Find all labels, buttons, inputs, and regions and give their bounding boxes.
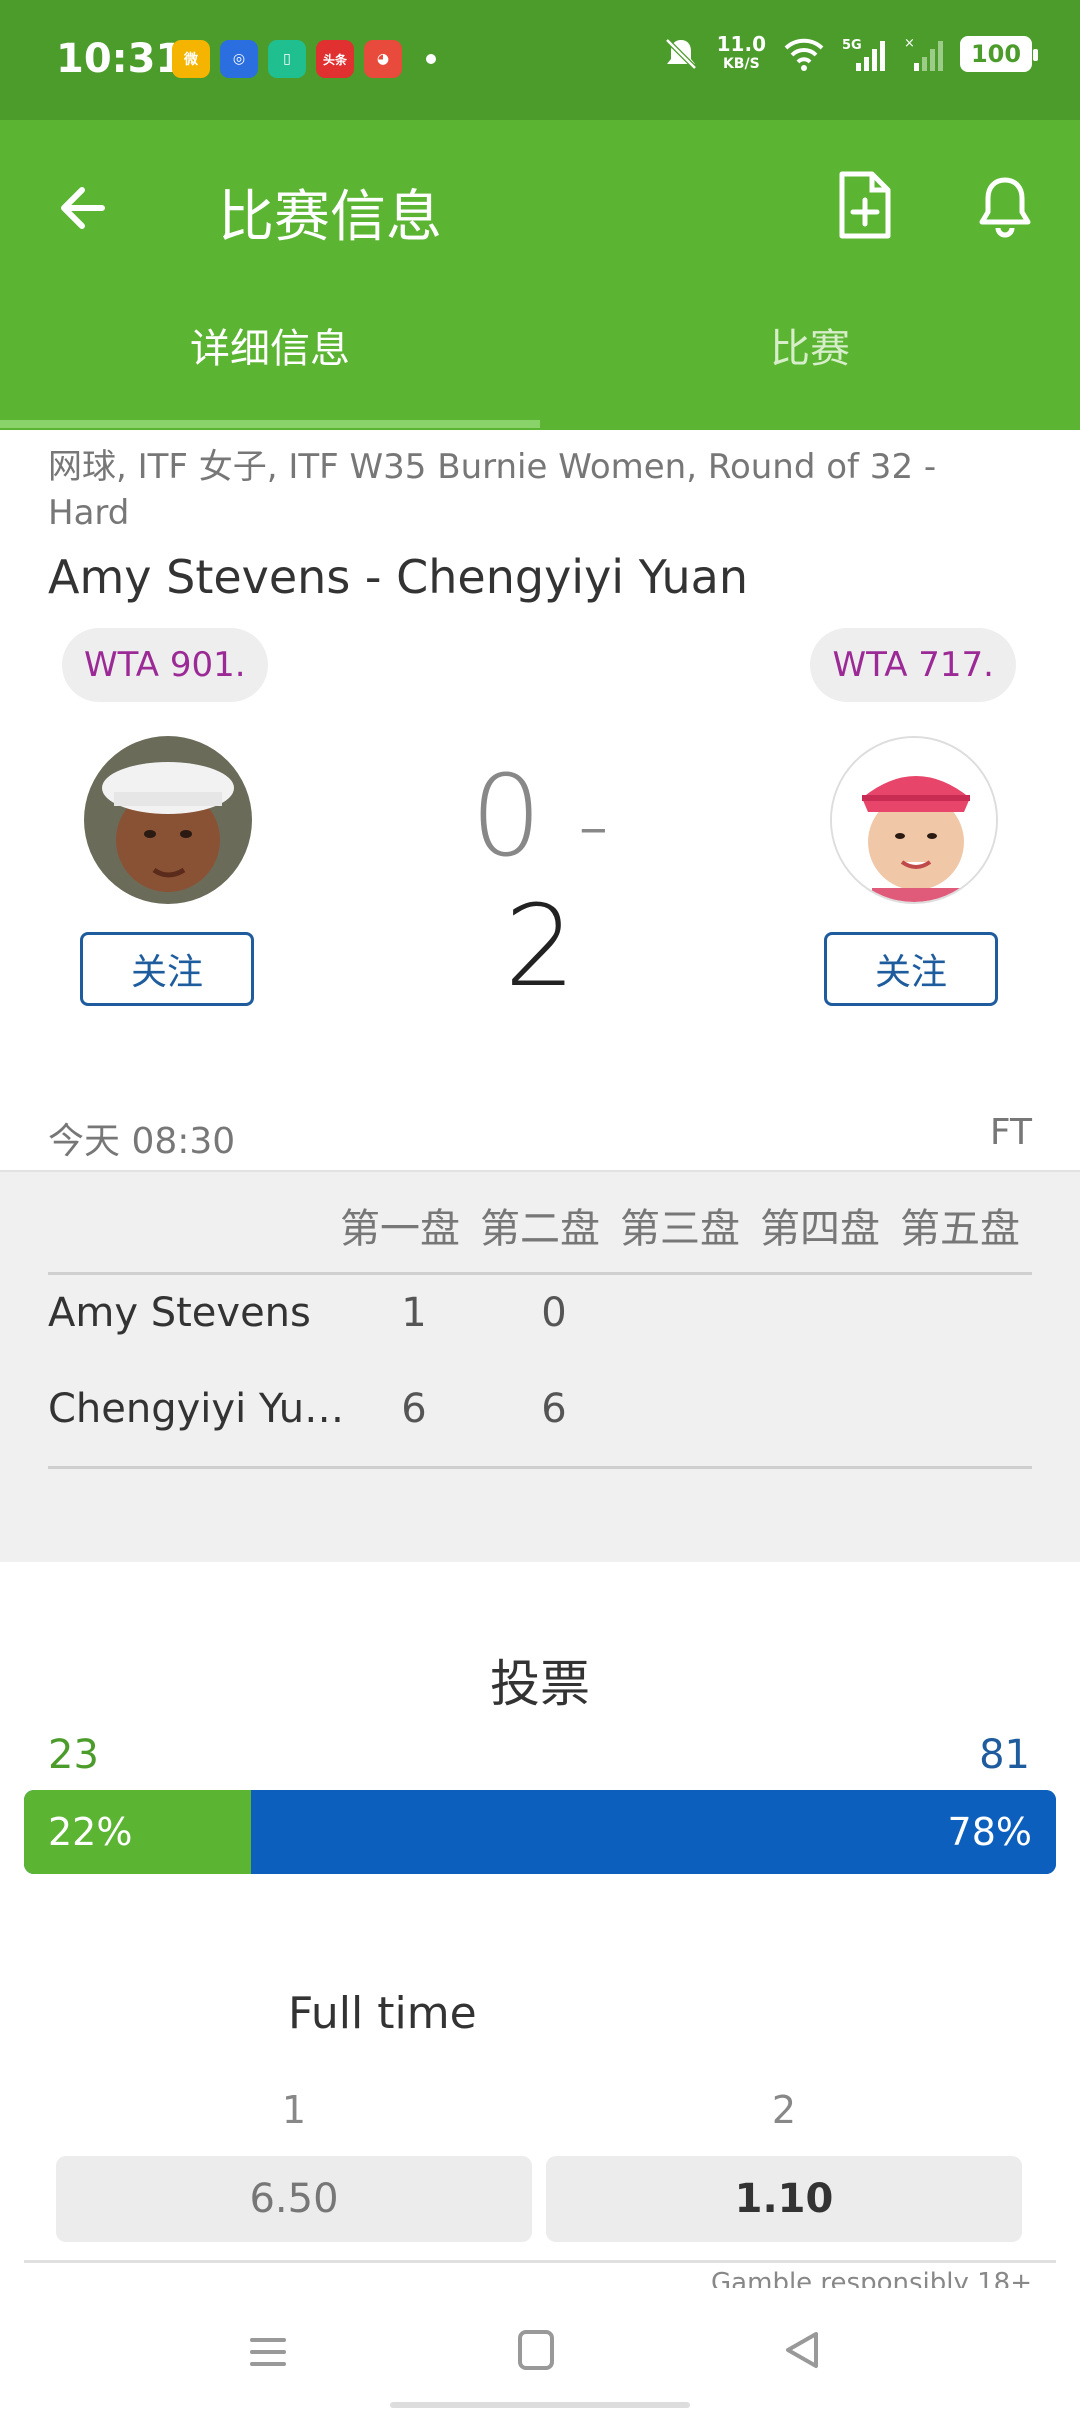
set-score: 6 <box>541 1386 567 1432</box>
tab-matches[interactable]: 比赛 <box>540 316 1080 374</box>
divider <box>48 1272 1032 1275</box>
more-notifications-dot <box>426 54 436 64</box>
home-icon[interactable] <box>518 2330 554 2370</box>
bell-icon[interactable] <box>970 172 1040 242</box>
game-icon: ◕ <box>364 40 402 78</box>
away-vote-share[interactable]: 78% <box>251 1790 1056 1874</box>
wallet-icon: ▯ <box>268 40 306 78</box>
set-score: 1 <box>401 1290 427 1336</box>
notification-icons: 微 ◎ ▯ 头条 ◕ <box>172 40 436 78</box>
signal-weak-icon: × <box>904 36 943 71</box>
app-bar: 比赛信息 详细信息 比赛 <box>0 120 1080 430</box>
away-player-photo <box>832 738 996 902</box>
player-name: Amy Stevens <box>48 1290 311 1336</box>
recents-icon[interactable] <box>248 2332 288 2372</box>
away-player-avatar[interactable] <box>830 736 998 904</box>
match-datetime: 今天 08:30 <box>48 1121 236 1162</box>
away-score: 2 <box>504 882 576 1012</box>
status-time: 10:31 <box>56 36 184 82</box>
vote-title: 投票 <box>490 1655 590 1713</box>
gamble-disclaimer[interactable]: Gamble responsibly 18+ <box>711 2268 1032 2288</box>
home-vote-share[interactable]: 22% <box>24 1790 252 1874</box>
set-score: 6 <box>401 1386 427 1432</box>
odds-label-home: 1 <box>281 2088 307 2132</box>
home-score: 0 <box>470 752 542 882</box>
weibo-icon: 微 <box>172 40 210 78</box>
system-nav-bar <box>0 2288 1080 2414</box>
browser-icon: ◎ <box>220 40 258 78</box>
set-header: 第二盘 <box>480 1206 600 1252</box>
divider <box>48 1466 1032 1469</box>
match-title: Amy Stevens - Chengyiyi Yuan <box>48 550 749 604</box>
player-name: Chengyiyi Yu… <box>48 1386 344 1432</box>
svg-text:5G: 5G <box>842 38 862 53</box>
set-header: 第四盘 <box>760 1206 880 1252</box>
odds-home-button[interactable]: 6.50 <box>56 2156 532 2242</box>
wifi-icon <box>784 38 824 71</box>
network-speed-unit: KB/S <box>722 56 760 72</box>
back-arrow-icon[interactable] <box>52 176 116 240</box>
set-scores-table: 第一盘 第二盘 第三盘 第四盘 第五盘 Amy Stevens 1 0 Chen… <box>0 1170 1080 1562</box>
mute-icon <box>664 38 697 70</box>
odds-away-button[interactable]: 1.10 <box>546 2156 1022 2242</box>
odds-label-away: 2 <box>771 2088 797 2132</box>
toutiao-icon: 头条 <box>316 40 354 78</box>
match-meta: 网球, ITF 女子, ITF W35 Burnie Women, Round … <box>48 447 937 533</box>
add-document-icon[interactable] <box>830 170 898 242</box>
status-bar: 10:31 微 ◎ ▯ 头条 ◕ 11.0 KB/S 5G × 100 <box>0 0 1080 120</box>
set-header-row: 第一盘 第二盘 第三盘 第四盘 第五盘 <box>330 1196 1030 1254</box>
away-vote-count: 81 <box>979 1732 1030 1778</box>
home-player-photo <box>84 736 252 904</box>
table-row: Amy Stevens 1 0 <box>48 1290 1032 1336</box>
vote-bar[interactable]: 22% 78% <box>24 1790 1056 1874</box>
page-title: 比赛信息 <box>218 185 442 250</box>
match-status: FT <box>989 1112 1032 1153</box>
back-triangle-icon[interactable] <box>782 2328 822 2372</box>
table-row: Chengyiyi Yu… 6 6 <box>48 1386 1032 1432</box>
follow-away-button[interactable]: 关注 <box>824 932 998 1006</box>
tab-details[interactable]: 详细信息 <box>0 316 540 374</box>
home-player-avatar[interactable] <box>84 736 252 904</box>
match-score: 0 - 2 <box>430 752 650 1012</box>
odds-title: Full time <box>288 1988 477 2039</box>
active-tab-indicator <box>0 420 540 428</box>
set-header: 第一盘 <box>340 1206 460 1252</box>
set-header: 第三盘 <box>620 1206 740 1252</box>
network-speed-value: 11.0 <box>716 32 766 56</box>
away-vote-percent: 78% <box>947 1810 1032 1854</box>
set-score: 0 <box>541 1290 567 1336</box>
battery-indicator: 100 <box>960 36 1038 72</box>
away-rank-badge[interactable]: WTA 717. <box>810 628 1016 702</box>
home-vote-percent: 22% <box>48 1810 133 1854</box>
home-vote-count: 23 <box>48 1732 99 1778</box>
divider <box>24 2260 1056 2263</box>
follow-home-button[interactable]: 关注 <box>80 932 254 1006</box>
gesture-pill <box>390 2402 690 2408</box>
home-rank-badge[interactable]: WTA 901. <box>62 628 268 702</box>
svg-text:×: × <box>904 36 915 51</box>
network-speed: 11.0 KB/S <box>717 34 766 74</box>
signal-5g-icon: 5G <box>842 38 885 71</box>
status-indicators: 11.0 KB/S 5G × 100 <box>661 34 1038 74</box>
set-header: 第五盘 <box>900 1206 1020 1252</box>
score-separator: - <box>577 773 610 876</box>
